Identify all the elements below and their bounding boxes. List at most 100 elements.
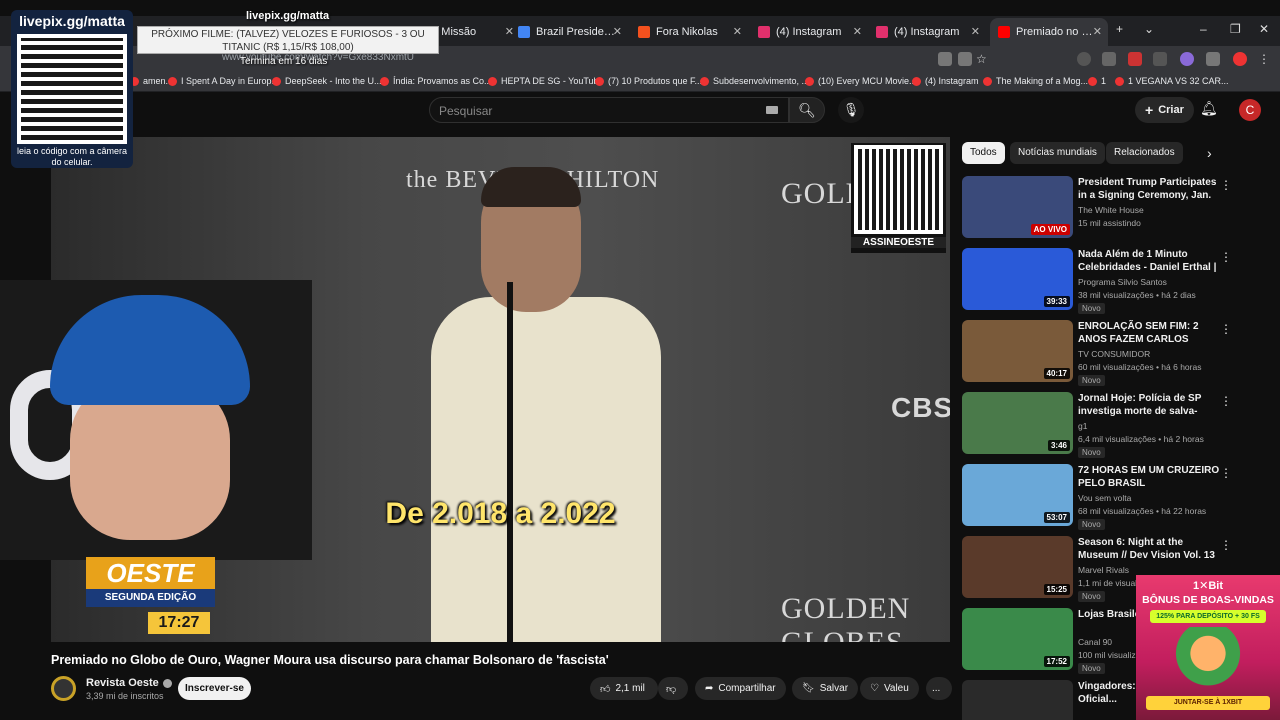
tab-label: (4) Instagram <box>894 26 960 38</box>
create-button[interactable]: + Criar <box>1135 97 1194 123</box>
thanks-button[interactable]: ♡ Valeu <box>860 677 919 700</box>
bookmark-item[interactable]: (4) Instagram <box>912 76 979 86</box>
chevron-right-icon[interactable]: › <box>1207 145 1212 161</box>
menu-kebab-icon[interactable]: ⋮ <box>1258 52 1272 66</box>
video-thumbnail[interactable]: 40:17 <box>962 320 1073 382</box>
keyboard-icon[interactable] <box>766 106 778 114</box>
video-thumbnail[interactable]: 15:25 <box>962 536 1073 598</box>
video-thumbnail[interactable]: 53:07 <box>962 464 1073 526</box>
maximize-button[interactable]: ❐ <box>1230 22 1241 36</box>
extension-icon[interactable] <box>1206 52 1220 66</box>
recommendation-channel[interactable]: Canal 90 <box>1078 637 1112 647</box>
account-avatar[interactable]: C <box>1239 99 1261 121</box>
recommendation-title[interactable]: 72 HORAS EM UM CRUZEIRO PELO BRASIL <box>1078 464 1220 490</box>
bookmark-item[interactable]: DeepSeek - Into the U... <box>272 76 382 86</box>
bookmark-star-icon[interactable]: ☆ <box>976 52 990 66</box>
recommendation-channel[interactable]: TV CONSUMIDOR <box>1078 349 1150 359</box>
extension-badge-icon[interactable] <box>1128 52 1142 66</box>
video-title: Premiado no Globo de Ouro, Wagner Moura … <box>51 653 609 667</box>
livepix-caption: leia o código com a câmera do celular. <box>16 146 128 167</box>
recommendation-title[interactable]: ENROLAÇÃO SEM FIM: 2 ANOS FAZEM CARLOS E… <box>1078 320 1220 346</box>
recommendation-channel[interactable]: g1 <box>1078 421 1087 431</box>
bookmark-item[interactable]: 1 <box>1088 76 1106 86</box>
recommendation-channel[interactable]: Marvel Rivals <box>1078 565 1129 575</box>
recommendation-title[interactable]: Nada Além de 1 Minuto Celebridades - Dan… <box>1078 248 1220 274</box>
filter-chip[interactable]: Todos <box>962 142 1005 164</box>
bookmark-item[interactable]: I Spent A Day in Europ... <box>168 76 279 86</box>
extension-icon[interactable] <box>1102 52 1116 66</box>
more-actions-button[interactable]: ... <box>926 677 952 700</box>
betting-ad[interactable]: 1✕Bit BÔNUS DE BOAS-VINDAS 125% PARA DEP… <box>1136 575 1280 720</box>
video-thumbnail[interactable] <box>962 680 1073 720</box>
extension-icon[interactable] <box>1077 52 1091 66</box>
close-tab-icon[interactable]: ✕ <box>971 25 980 38</box>
recommendation-title[interactable]: Jornal Hoje: Polícia de SP investiga mor… <box>1078 392 1220 418</box>
bookmark-item[interactable]: (7) 10 Produtos que F... <box>595 76 702 86</box>
recommendation-item[interactable]: 39:33 Nada Além de 1 Minuto Celebridades … <box>962 248 1232 314</box>
browser-tab[interactable]: (4) Instagram ✕ <box>868 18 986 46</box>
more-icon: ... <box>932 683 941 694</box>
video-thumbnail[interactable]: 39:33 <box>962 248 1073 310</box>
minimize-button[interactable]: – <box>1200 22 1207 36</box>
volume-icon[interactable] <box>1153 52 1167 66</box>
more-options-icon[interactable]: ⋮ <box>1220 394 1232 408</box>
video-thumbnail[interactable]: 3:46 <box>962 392 1073 454</box>
search-button[interactable]: 🔍︎ <box>789 97 825 123</box>
browser-tab[interactable]: Premiado no Globo de✕ <box>990 18 1108 46</box>
bookmark-item[interactable]: (10) Every MCU Movie... <box>805 76 917 86</box>
close-tab-icon[interactable]: ✕ <box>1093 25 1102 38</box>
ad-cta-button[interactable]: JUNTAR-SE À 1XBIT <box>1146 696 1270 710</box>
more-options-icon[interactable]: ⋮ <box>1220 466 1232 480</box>
bookmark-item[interactable]: Índia: Provamos as Co... <box>380 76 492 86</box>
recommendation-item[interactable]: 3:46 Jornal Hoje: Polícia de SP investiga… <box>962 392 1232 458</box>
recommendation-title[interactable]: Season 6: Night at the Museum // Dev Vis… <box>1078 536 1220 562</box>
recommendation-item[interactable]: AO VIVO President Trump Participates in a… <box>962 176 1232 242</box>
like-button[interactable]: 👍︎ 2,1 mil <box>590 677 658 700</box>
dislike-button[interactable]: 👎︎ <box>658 677 688 700</box>
more-options-icon[interactable]: ⋮ <box>1220 250 1232 264</box>
filter-chip[interactable]: Notícias mundiais <box>1010 142 1105 164</box>
bookmark-item[interactable]: amen... <box>130 76 173 86</box>
extension-icon[interactable] <box>1180 52 1194 66</box>
bookmark-label: HEPTA DE SG - YouTube <box>501 76 604 86</box>
close-tab-icon[interactable]: ✕ <box>853 25 862 38</box>
cast-icon[interactable] <box>938 52 952 66</box>
more-options-icon[interactable]: ⋮ <box>1220 538 1232 552</box>
notifications-bell-icon[interactable]: 🔔︎ <box>1200 100 1218 117</box>
voice-search-button[interactable]: 🎙︎ <box>838 97 864 123</box>
recommendation-item[interactable]: 53:07 72 HORAS EM UM CRUZEIRO PELO BRASIL… <box>962 464 1232 530</box>
subscribe-button[interactable]: Inscrever-se <box>178 677 251 700</box>
more-options-icon[interactable]: ⋮ <box>1220 322 1232 336</box>
install-icon[interactable] <box>958 52 972 66</box>
close-tab-icon[interactable]: ✕ <box>733 25 742 38</box>
browser-tab[interactable]: (4) Instagram ✕ <box>750 18 868 46</box>
recommendation-title[interactable]: President Trump Participates in a Signin… <box>1078 176 1220 202</box>
video-thumbnail[interactable]: AO VIVO <box>962 176 1073 238</box>
browser-tab[interactable]: Brazil Presidential Elect✕ <box>510 18 628 46</box>
new-tab-button[interactable]: + <box>1116 22 1123 36</box>
bookmark-item[interactable]: 1 VEGANA VS 32 CAR... <box>1115 76 1229 86</box>
browser-tab[interactable]: Fora Nikolas ✕ <box>630 18 748 46</box>
video-thumbnail[interactable]: 17:52 <box>962 608 1073 670</box>
recommendation-channel[interactable]: The White House <box>1078 205 1144 215</box>
adblock-icon[interactable] <box>1233 52 1247 66</box>
more-options-icon[interactable]: ⋮ <box>1220 178 1232 192</box>
recommendation-channel[interactable]: Vou sem volta <box>1078 493 1131 503</box>
bookmark-item[interactable]: Subdesenvolvimento, ... <box>700 76 809 86</box>
recommendation-meta: 6,4 mil visualizações • há 2 horas <box>1078 434 1204 444</box>
qr-label: ASSINEOESTE <box>851 237 946 248</box>
close-window-button[interactable]: ✕ <box>1259 22 1269 36</box>
share-button[interactable]: ➦ Compartilhar <box>695 677 786 700</box>
channel-name[interactable]: Revista Oeste <box>86 677 172 689</box>
tab-search-chevron-icon[interactable]: ⌄ <box>1144 22 1154 36</box>
recommendation-meta: 68 mil visualizações • há 22 horas <box>1078 506 1207 516</box>
bookmark-item[interactable]: The Making of a Mog... <box>983 76 1088 86</box>
tab-label: Brazil Presidential Elect <box>536 26 620 38</box>
channel-avatar[interactable] <box>51 676 76 701</box>
filter-chip[interactable]: Relacionados <box>1106 142 1183 164</box>
bookmark-item[interactable]: HEPTA DE SG - YouTube <box>488 76 604 86</box>
save-button[interactable]: 🔖︎ Salvar <box>792 677 859 700</box>
close-tab-icon[interactable]: ✕ <box>613 25 622 38</box>
recommendation-item[interactable]: 40:17 ENROLAÇÃO SEM FIM: 2 ANOS FAZEM CAR… <box>962 320 1232 386</box>
recommendation-channel[interactable]: Programa Silvio Santos <box>1078 277 1167 287</box>
